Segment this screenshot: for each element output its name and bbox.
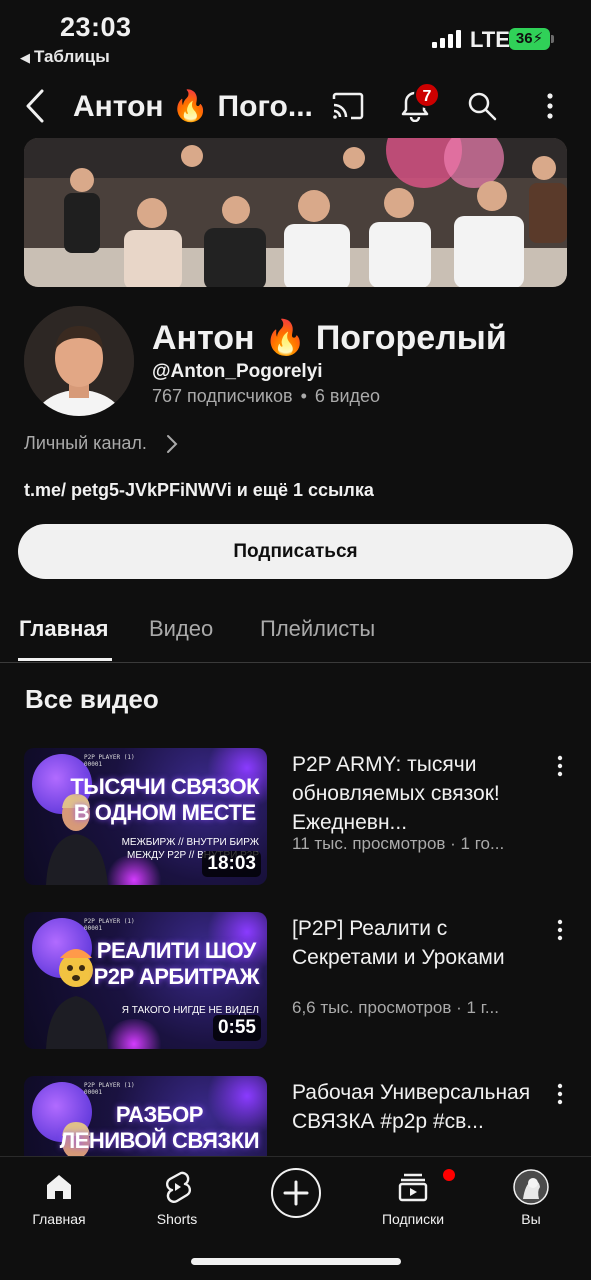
video-duration: 0:55 xyxy=(212,1015,261,1041)
home-icon xyxy=(47,1175,71,1199)
chevron-right-icon xyxy=(166,434,178,453)
video-title[interactable]: P2P ARMY: тысячи обновляемых связок! Еже… xyxy=(292,750,537,837)
back-to-app-link[interactable]: ◀ Таблицы xyxy=(20,47,110,67)
subscribe-button[interactable]: Подписаться xyxy=(18,524,573,579)
shorts-icon xyxy=(165,1171,192,1203)
status-bar: 23:03 ◀ Таблицы LTE 36⚡ xyxy=(0,0,591,72)
separator-dot: • xyxy=(300,386,307,406)
nav-home[interactable]: Главная xyxy=(9,1167,109,1227)
video-meta: 6,6 тыс. просмотров · 1 г... xyxy=(292,998,499,1017)
tab-playlists[interactable]: Плейлисты xyxy=(260,616,375,642)
you-avatar xyxy=(513,1169,549,1205)
video-meta: 11 тыс. просмотров · 1 го... xyxy=(292,834,505,853)
subscriptions-icon xyxy=(398,1173,428,1202)
thumb-headline: РЕАЛИТИ ШОУ P2P АРБИТРАЖ xyxy=(93,938,260,989)
video-thumbnail[interactable]: P2P PLAYER (1) 00001 ТЫСЯЧИ СВЯЗОК В ОДН… xyxy=(24,748,267,885)
channel-title: Антон 🔥 Пого... xyxy=(73,90,313,123)
back-arrow-icon xyxy=(26,89,44,123)
description-text: Личный канал. xyxy=(24,433,147,453)
subscriber-count: 767 подписчиков xyxy=(152,386,293,406)
nav-shorts-label: Shorts xyxy=(156,1211,198,1227)
channel-handle: @Anton_Pogorelyi xyxy=(152,361,323,382)
video-duration: 18:03 xyxy=(202,851,261,877)
active-tab-indicator xyxy=(18,658,112,661)
search-icon xyxy=(468,92,497,121)
video-more-icon[interactable] xyxy=(550,918,570,942)
thumb-tag: P2P PLAYER (1) 00001 xyxy=(84,918,135,932)
video-more-icon[interactable] xyxy=(550,754,570,778)
more-options-button[interactable] xyxy=(530,86,570,126)
battery-icon: 36⚡ xyxy=(509,28,554,50)
nav-you-label: Вы xyxy=(521,1211,541,1227)
nav-you[interactable]: Вы xyxy=(481,1167,581,1227)
thumb-tag: P2P PLAYER (1) 00001 xyxy=(84,754,135,768)
network-type: LTE xyxy=(470,27,510,52)
nav-shorts[interactable]: Shorts xyxy=(127,1167,227,1227)
signal-icon xyxy=(432,30,461,48)
video-title[interactable]: [P2P] Реалити с Секретами и Уроками xyxy=(292,914,537,972)
section-title: Все видео xyxy=(25,684,159,714)
nav-subscriptions[interactable]: Подписки xyxy=(363,1167,463,1227)
channel-name: Антон 🔥 Погорелый xyxy=(152,319,507,357)
top-app-bar: Антон 🔥 Пого... xyxy=(0,76,591,136)
home-indicator[interactable] xyxy=(191,1258,401,1265)
channel-tabs: Главная Видео Плейлисты xyxy=(0,600,591,663)
channel-description[interactable]: Личный канал. xyxy=(24,433,179,454)
more-vertical-icon xyxy=(547,93,553,119)
thumb-headline: ТЫСЯЧИ СВЯЗОК В ОДНОМ МЕСТЕ xyxy=(70,774,259,825)
battery-level: 36 xyxy=(515,30,533,47)
create-icon xyxy=(283,1180,309,1206)
channel-banner xyxy=(24,138,567,287)
avatar-photo xyxy=(24,306,134,416)
video-more-icon[interactable] xyxy=(550,1082,570,1106)
video-item[interactable]: P2P PLAYER (1) 00001 ТЫСЯЧИ СВЯЗОК В ОДН… xyxy=(0,748,591,888)
create-button[interactable] xyxy=(271,1168,321,1218)
cast-button[interactable] xyxy=(328,86,368,126)
status-time: 23:03 xyxy=(60,12,132,42)
nav-subscriptions-label: Подписки xyxy=(381,1211,445,1227)
cast-icon xyxy=(332,92,364,120)
channel-avatar[interactable] xyxy=(24,306,134,416)
back-button[interactable] xyxy=(22,88,52,124)
back-triangle-icon: ◀ xyxy=(20,50,30,65)
tab-home[interactable]: Главная xyxy=(19,616,108,642)
back-app-label: Таблицы xyxy=(34,47,110,66)
tab-videos[interactable]: Видео xyxy=(149,616,213,642)
notification-badge: 7 xyxy=(414,82,440,108)
new-content-dot xyxy=(443,1169,455,1181)
search-button[interactable] xyxy=(462,86,502,126)
banner-photo xyxy=(24,138,567,287)
video-title[interactable]: Рабочая Универсальная СВЯЗКА #p2p #св... xyxy=(292,1078,537,1136)
nav-home-label: Главная xyxy=(32,1211,86,1227)
channel-links[interactable]: t.me/ petg5-JVkPFiNWVi и ещё 1 ссылка xyxy=(24,480,374,501)
video-thumbnail[interactable]: P2P PLAYER (1) 00001 РЕАЛИТИ ШОУ P2P АРБ… xyxy=(24,912,267,1049)
thumb-headline: РАЗБОР ЛЕНИВОЙ СВЯЗКИ xyxy=(59,1102,260,1153)
channel-stats: 767 подписчиков • 6 видео xyxy=(152,386,380,407)
thumb-tag: P2P PLAYER (1) 00001 xyxy=(84,1082,135,1096)
video-count: 6 видео xyxy=(314,386,381,406)
video-item[interactable]: P2P PLAYER (1) 00001 РЕАЛИТИ ШОУ P2P АРБ… xyxy=(0,912,591,1052)
